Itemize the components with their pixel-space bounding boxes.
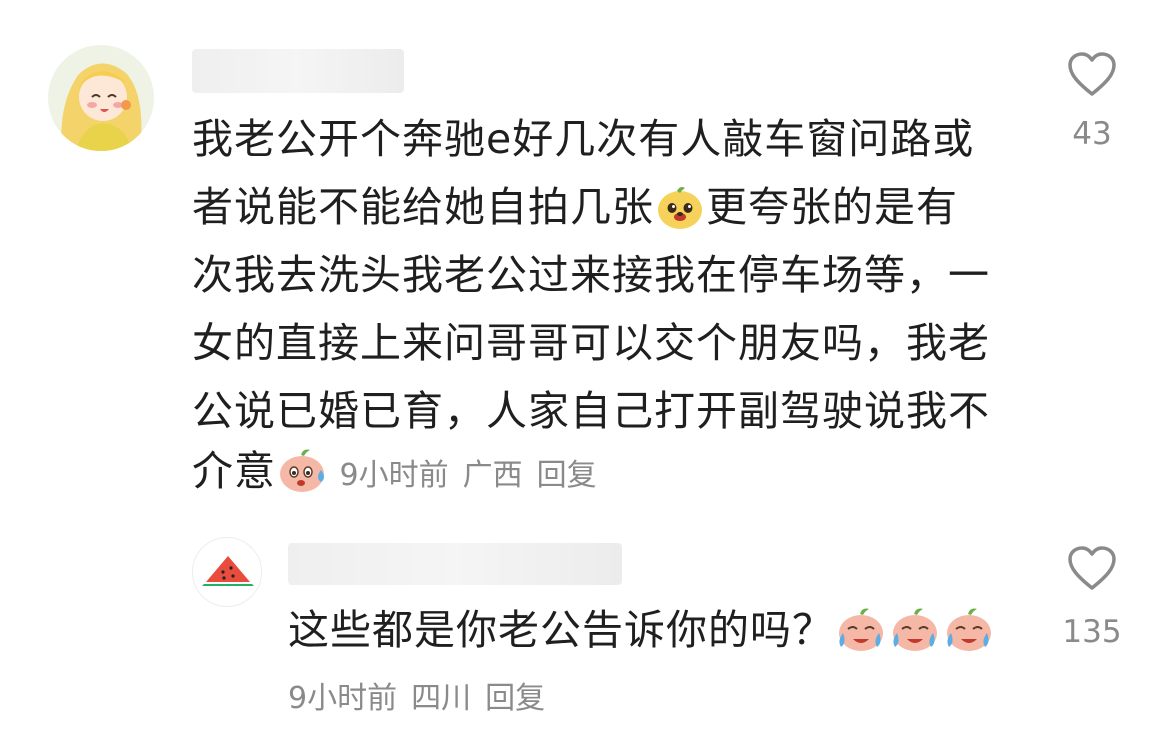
- watermelon-avatar-icon: [193, 538, 261, 606]
- crying-peach-emoji-icon: [835, 605, 887, 673]
- comment-line: 次我去洗头我老公过来接我在停车场等，一: [192, 251, 990, 299]
- comment-location: 四川: [411, 681, 472, 716]
- comment-text: 这些都是你老公告诉你的吗？: [288, 606, 834, 654]
- avatar[interactable]: [192, 537, 262, 607]
- comment-line: 这些都是你老公告诉你的吗？: [288, 596, 996, 673]
- comment-line: 我老公开个奔驰e好几次有人敲车窗问路或: [192, 115, 975, 163]
- username[interactable]: [192, 49, 404, 93]
- comment-line: 女的直接上来问哥哥可以交个朋友吗，我老: [192, 319, 990, 367]
- comment-text: 更夸张的是有: [706, 183, 958, 231]
- heart-outline-icon[interactable]: [1067, 546, 1117, 592]
- like-count: 135: [1062, 614, 1122, 650]
- reply-button[interactable]: 回复: [485, 681, 545, 716]
- comment-line: 公说已婚已育，人家自己打开副驾驶说我不: [192, 387, 990, 435]
- sweating-peach-emoji-icon: [277, 446, 329, 514]
- like-count: 43: [1072, 116, 1112, 152]
- crying-peach-emoji-icon: [943, 605, 995, 673]
- dog-face-emoji-icon: [655, 182, 705, 250]
- avatar[interactable]: [48, 45, 154, 151]
- comment-text: 者说能不能给她自拍几张: [192, 183, 654, 231]
- like-block: 43: [1047, 52, 1137, 152]
- cartoon-girl-avatar-icon: [48, 45, 154, 151]
- like-block: 135: [1047, 546, 1137, 650]
- heart-outline-icon[interactable]: [1067, 52, 1117, 98]
- comment-time: 9小时前: [339, 458, 449, 493]
- comment-text: 介意: [192, 447, 276, 495]
- comment-meta: 9小时前 广西 回复: [330, 458, 611, 493]
- comment-line: 者说能不能给她自拍几张 更夸张的是有: [192, 173, 958, 250]
- comment-location: 广西: [462, 458, 523, 493]
- comment-time: 9小时前: [288, 681, 398, 716]
- comment-line: 介意 9小时前 广西 回复: [192, 437, 611, 514]
- username[interactable]: [288, 543, 622, 585]
- crying-peach-emoji-icon: [889, 605, 941, 673]
- reply-button[interactable]: 回复: [537, 458, 597, 493]
- comment-meta: 9小时前 四川 回复: [288, 665, 559, 733]
